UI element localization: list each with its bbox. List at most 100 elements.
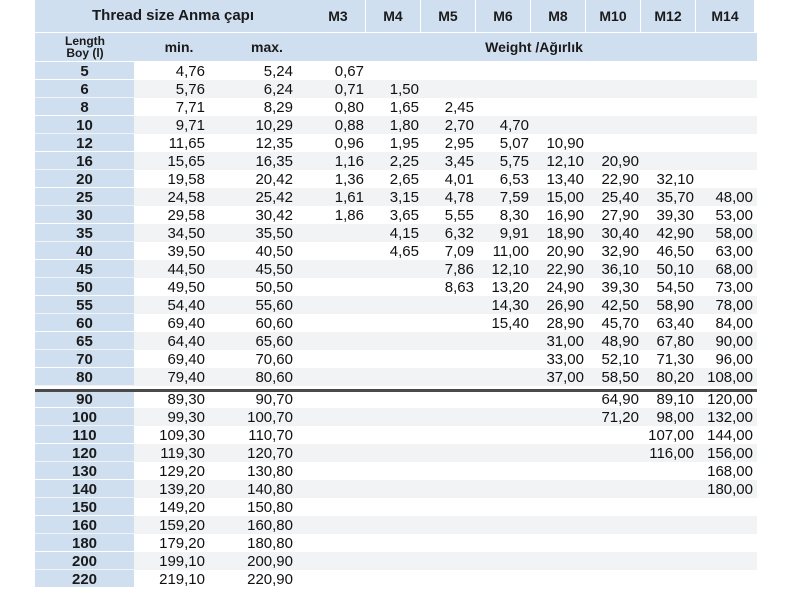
length-cell: 90 <box>35 390 134 408</box>
max-cell: 12,35 <box>255 135 293 152</box>
min-cell: 199,10 <box>159 553 205 570</box>
weight-cell-m8: 31,00 <box>546 333 584 350</box>
table-row: 6 5,76 6,24 0,71 1,50 <box>35 80 757 98</box>
weight-cell-m12: 46,50 <box>656 243 694 260</box>
weight-cell-m10: 48,90 <box>601 333 639 350</box>
length-cell: 180 <box>35 534 134 552</box>
max-cell: 45,50 <box>255 261 293 278</box>
length-cell: 160 <box>35 516 134 534</box>
weight-cell-m12: 67,80 <box>656 333 694 350</box>
max-cell: 70,60 <box>255 351 293 368</box>
min-cell: 49,50 <box>167 279 205 296</box>
length-cell: 220 <box>35 570 134 588</box>
weight-cell-m6: 14,30 <box>491 297 529 314</box>
length-cell: 100 <box>35 408 134 426</box>
min-cell: 159,20 <box>159 517 205 534</box>
table-row: 220 219,10 220,90 <box>35 570 757 588</box>
table-row: 5 4,76 5,24 0,67 <box>35 62 757 80</box>
max-cell: 55,60 <box>255 297 293 314</box>
max-cell: 35,50 <box>255 225 293 242</box>
weight-cell-m4: 2,25 <box>389 153 419 170</box>
weight-cell-m3: 0,67 <box>334 63 364 80</box>
min-cell: 29,58 <box>167 207 205 224</box>
length-sub-label: Boy (l) <box>66 46 104 60</box>
weight-cell-m5: 2,45 <box>444 99 474 116</box>
weight-cell-m10: 25,40 <box>601 189 639 206</box>
min-cell: 99,30 <box>167 409 205 426</box>
weight-cell-m4: 1,65 <box>389 99 419 116</box>
weight-cell-m6: 9,91 <box>499 225 529 242</box>
length-cell: 12 <box>35 134 134 152</box>
length-cell: 45 <box>35 260 134 278</box>
weight-cell-m6: 11,00 <box>492 243 529 260</box>
weight-cell-m12: 63,40 <box>656 315 694 332</box>
weight-cell-m14: 90,00 <box>715 333 753 350</box>
weight-cell-m10: 32,90 <box>601 243 639 260</box>
min-header: min. <box>135 33 223 61</box>
weight-cell-m10: 64,90 <box>601 391 639 408</box>
size-header-m12: M12 <box>641 0 695 32</box>
min-cell: 119,30 <box>160 445 205 462</box>
weight-cell-m12: 71,30 <box>656 351 694 368</box>
weight-cell-m3: 0,88 <box>334 117 364 134</box>
weight-cell-m8: 28,90 <box>546 315 584 332</box>
length-cell: 40 <box>35 242 134 260</box>
table-row: 150 149,20 150,80 <box>35 498 757 516</box>
weight-cell-m4: 1,95 <box>389 135 419 152</box>
table-row: 160 159,20 160,80 <box>35 516 757 534</box>
weight-cell-m12: 58,90 <box>656 297 694 314</box>
weight-cell-m5: 4,78 <box>444 189 474 206</box>
table-row: 140 139,20 140,80 180,00 <box>35 480 757 498</box>
max-cell: 130,80 <box>247 463 293 480</box>
length-cell: 5 <box>35 62 134 80</box>
min-cell: 69,40 <box>167 315 205 332</box>
table-row: 55 54,40 55,60 14,30 26,90 42,50 58,90 78,00 <box>35 296 757 314</box>
size-header-m4: M4 <box>366 0 420 32</box>
length-cell: 8 <box>35 98 134 116</box>
length-cell: 130 <box>35 462 134 480</box>
size-header-m3: M3 <box>311 0 365 32</box>
min-cell: 69,40 <box>167 351 205 368</box>
table-row: 110 109,30 110,70 107,00 144,00 <box>35 426 757 444</box>
weight-cell-m12: 42,90 <box>656 225 694 242</box>
length-cell: 110 <box>35 426 134 444</box>
weight-cell-m14: 156,00 <box>707 445 753 462</box>
max-cell: 40,50 <box>255 243 293 260</box>
weight-cell-m8: 12,10 <box>546 153 584 170</box>
min-cell: 44,50 <box>167 261 205 278</box>
table-row: 90 89,30 90,70 64,90 89,10 120,00 <box>35 390 757 408</box>
weight-cell-m14: 78,00 <box>715 297 753 314</box>
min-cell: 11,65 <box>168 135 205 152</box>
weight-cell-m8: 33,00 <box>546 351 584 368</box>
weight-cell-m12: 116,00 <box>649 445 694 462</box>
max-cell: 100,70 <box>247 409 293 426</box>
table-row: 8 7,71 8,29 0,80 1,65 2,45 <box>35 98 757 116</box>
max-cell: 200,90 <box>247 553 293 570</box>
weight-cell-m14: 120,00 <box>707 391 753 408</box>
weight-cell-m3: 1,61 <box>334 189 364 206</box>
weight-cell-m8: 37,00 <box>546 369 584 386</box>
min-cell: 19,58 <box>167 171 205 188</box>
weight-cell-m14: 84,00 <box>715 315 753 332</box>
table-row: 70 69,40 70,60 33,00 52,10 71,30 96,00 <box>35 350 757 368</box>
weight-cell-m6: 13,20 <box>491 279 529 296</box>
length-cell: 200 <box>35 552 134 570</box>
weight-cell-m3: 0,96 <box>334 135 364 152</box>
min-cell: 89,30 <box>167 391 205 408</box>
max-cell: 90,70 <box>255 391 293 408</box>
size-header-m5: M5 <box>421 0 475 32</box>
min-cell: 64,40 <box>167 333 205 350</box>
length-cell: 140 <box>35 480 134 498</box>
weight-cell-m10: 42,50 <box>601 297 639 314</box>
length-cell: 20 <box>35 170 134 188</box>
length-header: Length Boy (l) <box>35 33 135 61</box>
weight-cell-m14: 144,00 <box>707 427 753 444</box>
weight-cell-m3: 1,16 <box>334 153 364 170</box>
weight-cell-m14: 132,00 <box>707 409 753 426</box>
weight-cell-m14: 168,00 <box>707 463 753 480</box>
max-cell: 50,50 <box>255 279 293 296</box>
weight-cell-m10: 20,90 <box>601 153 639 170</box>
weight-cell-m12: 35,70 <box>656 189 694 206</box>
size-header-m10: M10 <box>586 0 640 32</box>
weight-cell-m12: 54,50 <box>656 279 694 296</box>
